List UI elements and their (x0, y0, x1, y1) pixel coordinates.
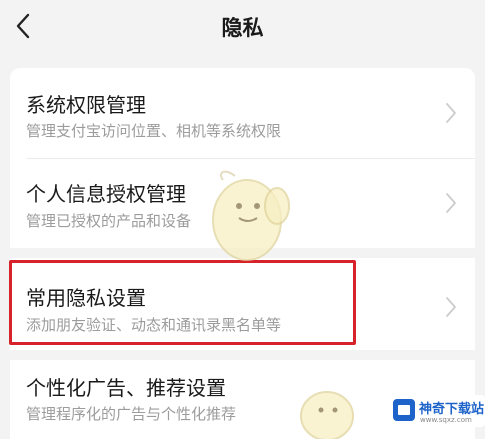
chevron-right-icon (446, 103, 456, 123)
header-bar: 隐私 (0, 0, 485, 54)
item-title: 个人信息授权管理 (26, 182, 186, 206)
settings-item-system-permissions[interactable]: 系统权限管理 管理支付宝访问位置、相机等系统权限 (10, 68, 475, 158)
watermark-name: 神奇下载站 (419, 402, 485, 417)
watermark-mascot-icon (212, 170, 290, 261)
highlight-box (9, 260, 356, 345)
item-title: 系统权限管理 (26, 93, 146, 117)
item-description: 管理程序化的广告与个性化推荐 (26, 405, 237, 423)
chevron-right-icon (446, 297, 456, 317)
watermark-badge: 神奇下载站 www.sqxz.com (388, 395, 485, 427)
item-description: 管理已授权的产品和设备 (26, 212, 192, 230)
page-title: 隐私 (221, 16, 264, 40)
watermark-mascot-icon (300, 391, 354, 439)
watermark-url: www.sqxz.com (420, 416, 472, 424)
chevron-right-icon (446, 193, 456, 213)
item-description: 管理支付宝访问位置、相机等系统权限 (26, 122, 282, 140)
item-title: 个性化广告、推荐设置 (26, 376, 226, 400)
watermark-logo-icon (393, 399, 415, 421)
